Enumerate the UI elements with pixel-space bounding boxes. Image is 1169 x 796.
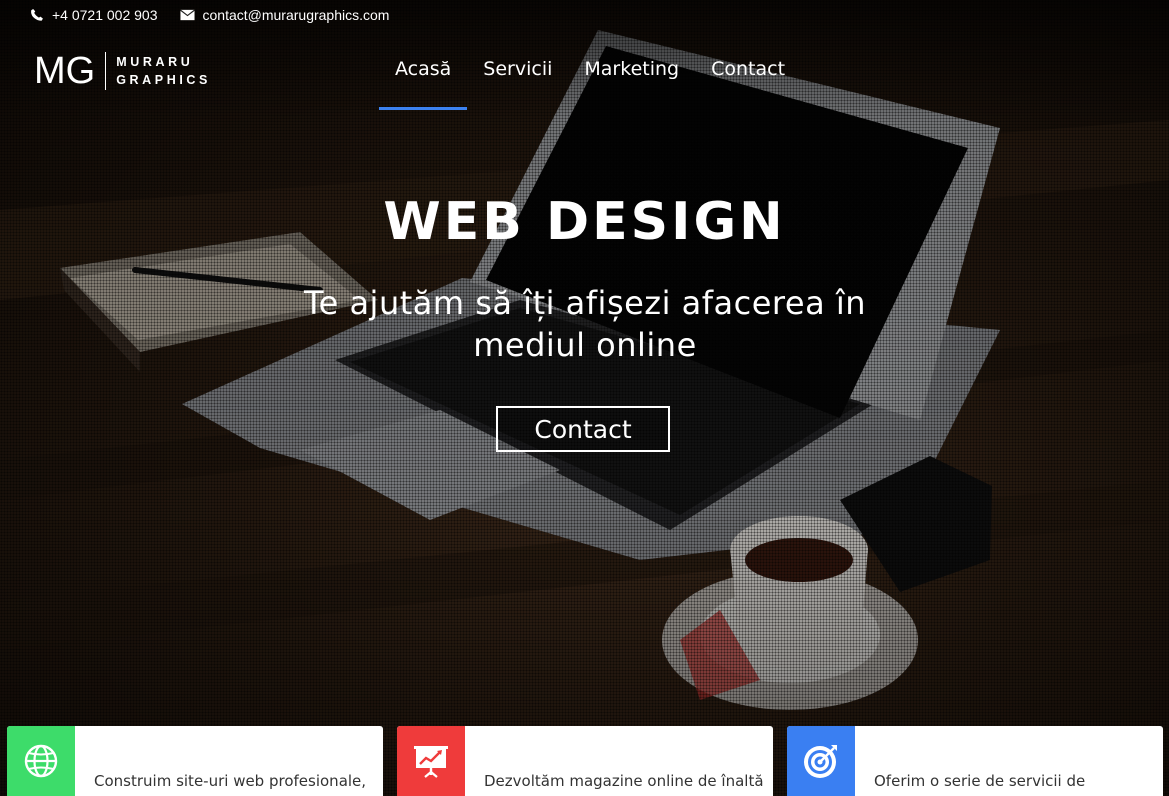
- phone-contact[interactable]: +4 0721 002 903: [30, 7, 158, 23]
- email-contact[interactable]: contact@murarugraphics.com: [179, 7, 390, 23]
- active-nav-indicator: [379, 107, 468, 110]
- logo-line-2: GRAPHICS: [116, 73, 211, 87]
- feature-icon-box: [397, 726, 465, 796]
- presentation-chart-icon: [414, 746, 448, 778]
- nav-item-contact[interactable]: Contact: [695, 58, 801, 110]
- nav-item-label: Contact: [711, 58, 786, 80]
- email-address: contact@murarugraphics.com: [202, 7, 390, 23]
- nav-item-label: Servicii: [483, 58, 553, 80]
- logo-line-1: MURARU: [116, 55, 194, 69]
- feature-card-ecommerce[interactable]: Dezvoltăm magazine online de înaltă: [397, 726, 773, 796]
- hero-contact-button[interactable]: Contact: [496, 406, 670, 452]
- envelope-icon: [179, 9, 195, 21]
- feature-card-text: Dezvoltăm magazine online de înaltă: [484, 772, 764, 790]
- hero-background: [0, 0, 1169, 796]
- logo-divider: [105, 52, 107, 90]
- globe-icon: [24, 744, 58, 778]
- nav-item-label: Marketing: [584, 58, 680, 80]
- feature-icon-box: [7, 726, 75, 796]
- hero-subtitle-line-2: mediul online: [473, 326, 697, 364]
- feature-card-marketing[interactable]: Oferim o serie de servicii de: [787, 726, 1163, 796]
- main-navigation: Acasă Servicii Marketing Contact: [379, 58, 801, 110]
- nav-item-acasa[interactable]: Acasă: [379, 58, 468, 110]
- contact-topbar: +4 0721 002 903 contact@murarugraphics.c…: [30, 6, 389, 24]
- feature-card-text: Construim site-uri web profesionale,: [94, 772, 367, 790]
- logo-initials: MG: [34, 50, 96, 92]
- nav-item-marketing[interactable]: Marketing: [568, 58, 695, 110]
- phone-icon: [31, 9, 43, 21]
- feature-card-websites[interactable]: Construim site-uri web profesionale,: [7, 726, 383, 796]
- target-icon: [804, 745, 837, 778]
- hero-subtitle-line-1: Te ajutăm să îți afișezi afacerea în: [303, 284, 867, 322]
- site-logo[interactable]: MG MURARU GRAPHICS: [34, 50, 211, 92]
- hero-title: WEB DESIGN: [383, 192, 786, 252]
- hero-subtitle: Te ajutăm să îți afișezi afacerea în med…: [260, 282, 910, 366]
- nav-item-servicii[interactable]: Servicii: [467, 58, 568, 110]
- nav-item-label: Acasă: [395, 58, 452, 80]
- feature-icon-box: [787, 726, 855, 796]
- feature-card-text: Oferim o serie de servicii de: [874, 772, 1086, 790]
- logo-wordmark: MURARU GRAPHICS: [116, 53, 211, 89]
- phone-number: +4 0721 002 903: [52, 7, 158, 23]
